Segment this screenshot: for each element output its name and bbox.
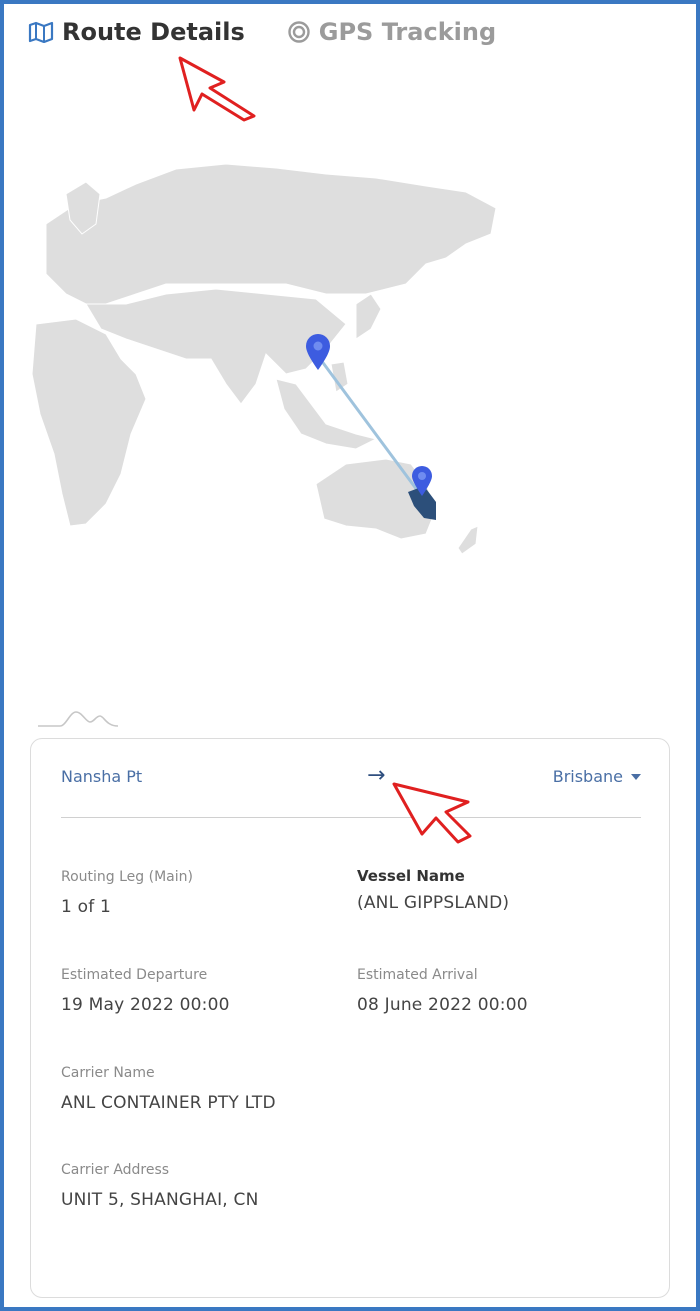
carrier-address-field: Carrier Address UNIT 5, SHANGHAI, CN [61,1162,259,1210]
target-icon [287,20,311,44]
destination-port: Brisbane [552,767,623,786]
annotation-cursor-icon [392,782,472,844]
tab-route-details[interactable]: Route Details [28,18,245,46]
estimated-arrival-value: 08 June 2022 00:00 [357,995,528,1015]
map-icon [28,21,54,43]
tab-bar: Route Details GPS Tracking [28,18,496,46]
carrier-address-label: Carrier Address [61,1162,170,1178]
caret-down-icon [631,773,641,780]
carrier-name-field: Carrier Name ANL CONTAINER PTY LTD [61,1065,276,1113]
routing-leg-value: 1 of 1 [61,897,112,917]
divider [61,817,641,818]
vessel-name-label: Vessel Name [357,867,465,885]
tab-route-details-label: Route Details [62,18,245,46]
estimated-departure-value: 19 May 2022 00:00 [61,995,230,1015]
routing-leg-field: Routing Leg (Main) 1 of 1 [61,869,193,917]
origin-port: Nansha Pt [61,767,143,786]
carrier-address-value: UNIT 5, SHANGHAI, CN [61,1190,259,1210]
map-region-eurasia-north [45,163,497,305]
vessel-name-field: Vessel Name (ANL GIPPSLAND) [357,867,509,913]
carrier-name-value: ANL CONTAINER PTY LTD [61,1093,276,1113]
route-details-card: Nansha Pt → Brisbane Routing Leg (Main) … [30,738,670,1298]
estimated-departure-label: Estimated Departure [61,967,208,983]
map-region-new-zealand [457,525,479,555]
estimated-arrival-field: Estimated Arrival 08 June 2022 00:00 [357,967,528,1015]
vessel-name-value: (ANL GIPPSLAND) [357,893,510,913]
annotation-cursor-icon [178,56,256,122]
elevation-icon [38,711,119,727]
route-map[interactable] [26,134,506,584]
tab-gps-tracking-label: GPS Tracking [318,18,497,46]
estimated-arrival-label: Estimated Arrival [357,967,478,983]
map-region-east-islands [355,293,382,340]
carrier-name-label: Carrier Name [61,1065,155,1081]
map-region-africa [31,318,147,527]
estimated-departure-field: Estimated Departure 19 May 2022 00:00 [61,967,230,1015]
tab-gps-tracking[interactable]: GPS Tracking [287,18,496,46]
routing-leg-label: Routing Leg (Main) [61,869,193,885]
route-arrow-icon[interactable]: → [367,763,385,788]
destination-dropdown[interactable]: Brisbane [553,767,641,786]
route-header: Nansha Pt → Brisbane [61,763,641,791]
